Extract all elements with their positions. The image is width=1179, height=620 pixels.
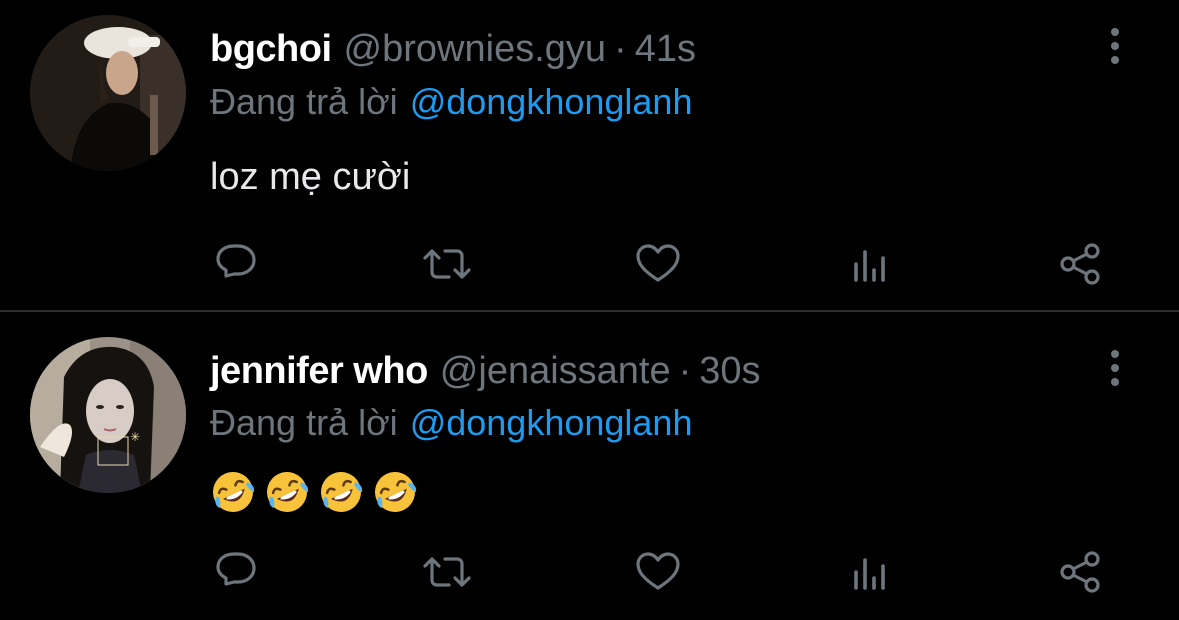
reply-button[interactable] [208,544,264,600]
like-icon [636,244,680,282]
mention-link[interactable]: @dongkhonglanh [410,402,693,443]
reply-icon [216,244,256,278]
reply-icon [216,552,256,586]
timestamp[interactable]: 41s [635,28,696,70]
like-button[interactable] [630,544,686,600]
tweet-text: loz mẹ cười [210,156,411,198]
retweet-button[interactable] [419,236,475,292]
rolling-on-floor-laughing-emoji [213,472,255,512]
replying-to-label: Đang trả lời [210,402,398,443]
reply-button[interactable] [208,236,264,292]
avatar-photo-image [30,15,186,171]
tweet-header: bgchoi @brownies.gyu · 41s [210,26,696,72]
mention-link[interactable]: @dongkhonglanh [410,81,693,122]
retweet-icon [423,557,471,587]
share-icon [1060,551,1100,593]
tweet-action-bar [0,236,1179,292]
tweet-action-bar [0,544,1179,600]
avatar[interactable]: ✳ [30,337,186,493]
avatar[interactable] [30,15,186,171]
tweet-text [210,469,418,515]
separator-dot: · [678,350,692,392]
tweet-header: jennifer who @jenaissante · 30s [210,348,761,394]
retweet-button[interactable] [419,544,475,600]
timestamp[interactable]: 30s [699,350,760,392]
like-icon [636,552,680,590]
retweet-icon [423,249,471,279]
display-name[interactable]: jennifer who [210,350,428,392]
like-button[interactable] [630,236,686,292]
avatar-photo-image: ✳ [30,337,186,493]
view-stats-button[interactable] [842,236,898,292]
replying-to-label: Đang trả lời [210,81,398,122]
separator-dot: · [614,28,627,70]
user-handle[interactable]: @jenaissante [440,350,671,392]
stats-icon [854,558,885,590]
share-icon [1060,243,1100,285]
tweet-feed: bgchoi @brownies.gyu · 41s Đang trả lời @don… [0,0,1179,620]
more-options-button[interactable] [1100,24,1130,68]
tweet[interactable]: bgchoi @brownies.gyu · 41s Đang trả lời @don… [0,0,1179,310]
replying-to: Đang trả lời @dongkhonglanh [210,80,692,124]
svg-text:✳: ✳ [130,430,140,444]
rolling-on-floor-laughing-emoji [321,472,363,512]
tweet[interactable]: ✳ jennifer who @jenaissante · 30s Đang trả … [0,311,1179,620]
rolling-on-floor-laughing-emoji [267,472,309,512]
more-vertical-icon [1111,350,1119,386]
more-options-button[interactable] [1100,346,1130,390]
more-vertical-icon [1111,28,1119,64]
rolling-on-floor-laughing-emoji [375,472,417,512]
share-button[interactable] [1052,236,1108,292]
view-stats-button[interactable] [842,544,898,600]
replying-to: Đang trả lời @dongkhonglanh [210,401,692,445]
emoji-row [210,469,418,515]
stats-icon [854,250,885,282]
display-name[interactable]: bgchoi [210,28,332,70]
share-button[interactable] [1052,544,1108,600]
user-handle[interactable]: @brownies.gyu [344,28,606,70]
